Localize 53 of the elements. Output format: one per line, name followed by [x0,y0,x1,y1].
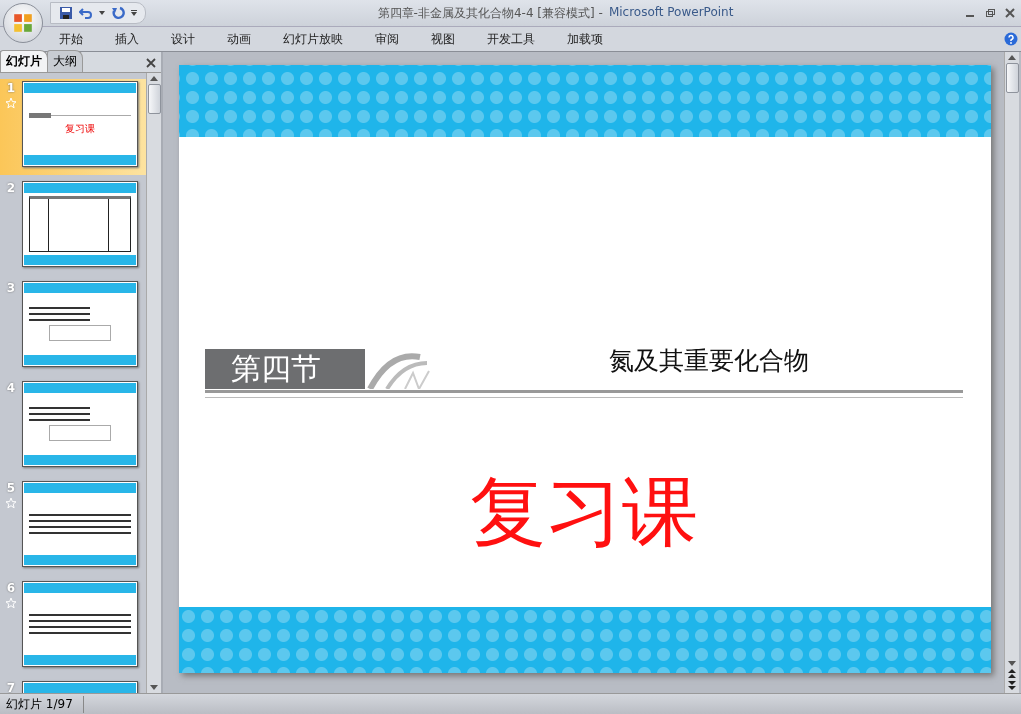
office-logo-icon [12,12,34,34]
caret-icon[interactable] [99,11,105,15]
slide-heading: 氮及其重要化合物 [608,345,810,377]
slide-title: 复习课 [469,466,699,558]
slide-thumbnail[interactable] [22,581,138,667]
slide-number: 2 [6,181,16,195]
slide-thumbnail[interactable] [22,181,138,267]
ribbon-tab[interactable]: 开始 [50,28,92,50]
ribbon-tab[interactable]: 加载项 [558,28,612,50]
slide-number: 7 [6,681,16,693]
scroll-thumb[interactable] [1005,63,1019,93]
ribbon-tab[interactable]: 开发工具 [478,28,544,50]
down-arrow-icon[interactable] [1008,661,1016,666]
ribbon-tab[interactable]: 审阅 [366,28,408,50]
slide-thumbnail[interactable] [22,381,138,467]
ribbon-tab[interactable]: 设计 [162,28,204,50]
slide-number: 3 [6,281,16,295]
slide-number: 4 [6,381,16,395]
scroll-thumb[interactable] [147,84,161,114]
close-icon[interactable] [146,58,156,68]
selected-slide-row[interactable]: 1 复习课 [0,79,146,175]
slide-thumbnail[interactable] [22,281,138,367]
help-icon[interactable] [1004,32,1018,46]
ribbon-tab[interactable]: 幻灯片放映 [274,28,352,50]
office-button[interactable] [3,3,43,43]
up-arrow-icon[interactable] [150,76,158,81]
slide-counter: 幻灯片 1/97 [6,695,84,713]
down-arrow-icon[interactable] [150,685,158,690]
slide-number: 6 [6,581,16,595]
diagram-box [49,425,111,441]
panel-tab[interactable]: 幻灯片 [0,50,48,72]
diagram-box [49,325,111,341]
section-label: 第四节 [205,349,365,389]
redo-icon[interactable] [111,6,125,20]
ribbon-tab[interactable]: 动画 [218,28,260,50]
previous-slide-icon[interactable] [1008,669,1016,678]
restore-icon[interactable] [985,8,995,18]
undo-icon[interactable] [79,6,93,20]
panel-tab[interactable]: 大纲 [47,50,83,72]
ribbon-tab[interactable]: 视图 [422,28,464,50]
up-arrow-icon[interactable] [1008,55,1016,60]
thumbnail-title: 复习课 [64,121,96,136]
slide-number: 5 [6,481,16,495]
save-icon[interactable] [59,6,73,20]
slide-number: 1 [6,81,16,95]
customize-caret-icon[interactable] [131,10,137,16]
slide-thumbnail[interactable]: 复习课 [22,81,138,167]
window-title: 第四章-非金属及其化合物4-4 [兼容模式] - [377,4,603,22]
ribbon-tab[interactable]: 插入 [106,28,148,50]
next-slide-icon[interactable] [1008,681,1016,690]
app-name: Microsoft PowerPoint [608,4,734,21]
close-icon[interactable] [1005,8,1015,18]
slide-thumbnail[interactable] [22,481,138,567]
